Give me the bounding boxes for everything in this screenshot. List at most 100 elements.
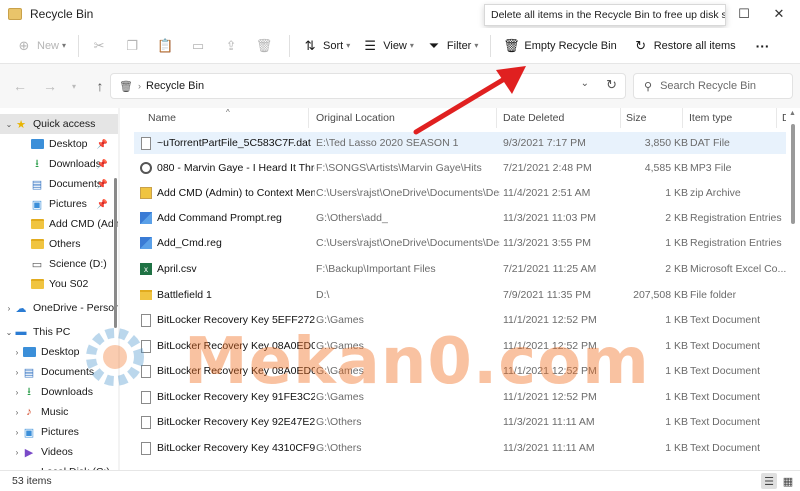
delete-button[interactable]: 🗑 [250, 32, 283, 60]
chevron-right-icon[interactable]: › [12, 428, 22, 437]
up-button[interactable]: ↑ [88, 74, 112, 98]
chevron-down-icon: ▾ [474, 41, 479, 50]
new-button[interactable]: ⊕ New ▾ [10, 32, 72, 60]
annotation-arrow [413, 66, 526, 135]
file-name-cell: x April.csv [140, 258, 315, 280]
file-type: Text Document [690, 416, 761, 428]
document-icon: ▤ [31, 178, 43, 191]
window-title: Recycle Bin [30, 7, 94, 21]
sidebar-item-you-s02[interactable]: You S02 [0, 274, 118, 294]
maximize-button[interactable]: ☐ [727, 0, 761, 28]
file-size: 207,508 KB [633, 289, 688, 301]
sidebar-item-pictures[interactable]: › ▣ Pictures [0, 422, 118, 442]
sidebar-item-label: You S02 [49, 278, 89, 290]
column-header-location[interactable]: Original Location [316, 108, 395, 128]
chevron-down-icon[interactable]: ⌄ [581, 78, 589, 89]
copy-icon: ❐ [126, 37, 138, 53]
column-divider[interactable] [620, 108, 621, 128]
forward-button[interactable]: → [38, 74, 62, 98]
filter-button[interactable]: ⏷ Filter ▾ [420, 32, 484, 60]
search-box[interactable]: ⚲ [633, 73, 793, 99]
column-header-type[interactable]: Item type [689, 108, 732, 128]
chevron-right-icon[interactable]: › [4, 304, 14, 313]
maximize-icon: ☐ [738, 6, 750, 21]
cut-button[interactable]: ✂ [85, 32, 118, 60]
scroll-up-icon[interactable]: ▲ [789, 110, 796, 117]
share-button[interactable]: ⇪ [217, 32, 250, 60]
file-row[interactable]: Battlefield 1 D:\ 7/9/2021 11:35 PM 207,508… [134, 284, 800, 306]
sidebar-item-quick-access[interactable]: ⌄ ★ Quick access [0, 114, 118, 134]
view-button[interactable]: ☰ View ▾ [356, 32, 420, 60]
file-type: Text Document [690, 442, 761, 454]
file-location: G:\Others [316, 416, 362, 428]
sidebar-item-pictures[interactable]: ▣ Pictures 📌 [0, 194, 118, 214]
file-name: 080 - Marvin Gaye - I Heard It Thro... [157, 162, 315, 174]
column-divider[interactable] [308, 108, 309, 128]
command-bar: ⊕ New ▾ ✂ ❐ 📋 ▭ ⇪ 🗑 ⇅ Sort ▾ ☰ View ▾ ⏷ … [0, 28, 800, 64]
column-header-name[interactable]: Name [148, 108, 176, 128]
more-options-button[interactable]: ··· [750, 32, 776, 60]
sidebar-item-downloads[interactable]: ⭳ Downloads 📌 [0, 154, 118, 174]
file-row[interactable]: x April.csv F:\Backup\Important Files 7/21/… [134, 258, 800, 280]
address-bar[interactable]: 🗑 › Recycle Bin ⌄ ↻ [110, 73, 626, 99]
back-button[interactable]: ← [8, 74, 32, 98]
sidebar-item-documents[interactable]: ▤ Documents 📌 [0, 174, 118, 194]
file-row[interactable]: BitLocker Recovery Key 92E47E2D-...G:\Ot… [134, 411, 800, 433]
desktop-icon [22, 346, 36, 358]
sidebar-item-add-cmd-adm[interactable]: Add CMD (Adm [0, 214, 118, 234]
new-icon: ⊕ [18, 37, 30, 53]
column-divider[interactable] [776, 108, 777, 128]
sidebar-item-videos[interactable]: › ▶ Videos [0, 442, 118, 462]
empty-recycle-bin-button[interactable]: 🗑 Empty Recycle Bin [497, 32, 622, 60]
breadcrumb-recycle-bin[interactable]: Recycle Bin [146, 80, 204, 92]
file-type: MP3 File [690, 162, 732, 174]
file-row[interactable]: Add CMD (Admin) to Context Men... C:\User… [134, 182, 800, 204]
file-name-cell: Add CMD (Admin) to Context Men... [140, 182, 315, 204]
details-view-button[interactable]: ☰ [761, 473, 777, 489]
file-row[interactable]: Add_Cmd.reg C:\Users\rajst\OneDrive\Docum… [134, 232, 800, 254]
sidebar-item-local-disk-c[interactable]: ›▭Local Disk (C:) [0, 462, 118, 470]
close-button[interactable]: ✕ [762, 0, 796, 28]
refresh-icon[interactable]: ↻ [606, 77, 617, 93]
scrollbar-thumb[interactable] [791, 124, 795, 224]
scrollbar-thumb[interactable] [114, 178, 117, 328]
restore-all-button[interactable]: ↻ Restore all items [627, 32, 742, 60]
file-size: 1 KB [665, 237, 688, 249]
chevron-right-icon[interactable]: › [12, 368, 22, 377]
sidebar-item-desktop[interactable]: Desktop 📌 [0, 134, 118, 154]
file-name: Add_Cmd.reg [157, 237, 222, 249]
chevron-right-icon[interactable]: › [12, 408, 22, 417]
file-list-scrollbar[interactable]: ▲ [786, 108, 800, 470]
chevron-down-icon[interactable]: ⌄ [4, 120, 14, 129]
file-row[interactable]: 080 - Marvin Gaye - I Heard It Thro... F:… [134, 157, 800, 179]
drive-icon: ▭ [31, 258, 43, 271]
file-location: G:\Others\add_ [316, 212, 388, 224]
paste-button[interactable]: 📋 [151, 32, 184, 60]
sidebar-item-others[interactable]: Others [0, 234, 118, 254]
column-header-size[interactable]: Size [626, 108, 646, 128]
folder-icon [140, 288, 152, 302]
pc-icon: ▬ [15, 326, 27, 338]
file-row[interactable]: BitLocker Recovery Key 4310CF96-...G:\Ot… [134, 437, 800, 459]
chevron-right-icon[interactable]: › [12, 448, 22, 457]
sort-button[interactable]: ⇅ Sort ▾ [296, 32, 356, 60]
chevron-right-icon[interactable]: › [12, 348, 22, 357]
file-type: Registration Entries [690, 212, 782, 224]
chevron-right-icon[interactable]: › [12, 388, 22, 397]
recent-locations-button[interactable]: ▾ [62, 74, 86, 98]
tiles-view-button[interactable]: ▦ [780, 473, 796, 489]
rename-button[interactable]: ▭ [184, 32, 217, 60]
sidebar-item-label: Music [41, 406, 69, 418]
sidebar-item-science-d[interactable]: ▭ Science (D:) [0, 254, 118, 274]
chevron-down-icon[interactable]: ⌄ [4, 328, 14, 337]
search-input[interactable] [660, 80, 781, 92]
sort-label: Sort [323, 39, 344, 52]
pin-icon: 📌 [96, 198, 108, 209]
file-name: ~uTorrentPartFile_5C583C7F.dat [157, 137, 311, 149]
music-icon: ♪ [26, 406, 32, 418]
sidebar-item-music[interactable]: › ♪ Music [0, 402, 118, 422]
column-divider[interactable] [682, 108, 683, 128]
file-location: C:\Users\rajst\OneDrive\Documents\Desk..… [316, 187, 500, 199]
copy-button[interactable]: ❐ [118, 32, 151, 60]
file-row[interactable]: Add Command Prompt.reg G:\Others\add_ 11/3… [134, 207, 800, 229]
